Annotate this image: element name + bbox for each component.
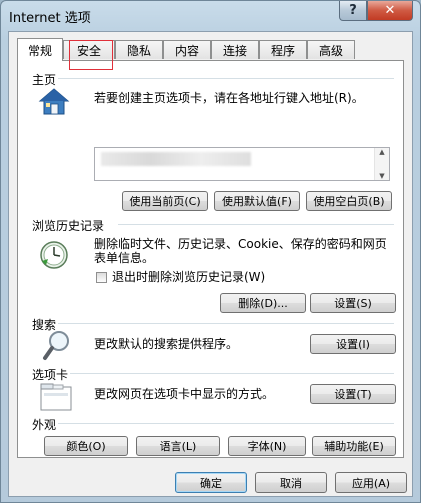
appearance-section-divider — [58, 423, 394, 424]
use-blank-page-button[interactable]: 使用空白页(B) — [306, 191, 392, 211]
tabs-section-title: 选项卡 — [32, 368, 69, 382]
close-button[interactable]: ✕ — [367, 1, 413, 21]
delete-history-button[interactable]: 删除(D)... — [220, 293, 306, 313]
history-settings-button[interactable]: 设置(S) — [310, 293, 396, 313]
home-section-divider — [58, 78, 394, 79]
general-tab-panel: 主页 若要创建主页选项卡，请在各地址行键入地址(R)。 ▲ ▼ 使用当前页(C)… — [17, 60, 404, 458]
tab-connections[interactable]: 连接 — [211, 40, 259, 59]
appearance-section-title: 外观 — [32, 418, 57, 432]
colors-button[interactable]: 颜色(O) — [44, 436, 128, 456]
window-title: Internet 选项 — [9, 11, 91, 26]
use-current-page-button[interactable]: 使用当前页(C) — [122, 191, 208, 211]
home-description: 若要创建主页选项卡，请在各地址行键入地址(R)。 — [94, 91, 364, 105]
use-default-button[interactable]: 使用默认值(F) — [214, 191, 300, 211]
delete-history-on-exit-label[interactable]: 退出时删除浏览历史记录(W) — [112, 270, 265, 284]
tab-security[interactable]: 安全 — [63, 40, 115, 59]
history-section-divider — [118, 224, 394, 225]
scroll-down-arrow-icon[interactable]: ▼ — [379, 172, 384, 180]
search-description: 更改默认的搜索提供程序。 — [94, 337, 239, 351]
history-clock-icon — [40, 241, 68, 269]
help-icon: ? — [349, 3, 357, 18]
home-page-address-blurred — [101, 152, 251, 166]
home-icon — [38, 88, 70, 115]
apply-button[interactable]: 应用(A) — [335, 472, 407, 493]
history-section-title: 浏览历史记录 — [32, 219, 105, 233]
search-settings-button[interactable]: 设置(I) — [310, 334, 396, 354]
tab-privacy[interactable]: 隐私 — [115, 40, 163, 59]
tab-general[interactable]: 常规 — [17, 38, 63, 61]
tabs-section-divider — [70, 373, 394, 374]
tabs-icon — [40, 383, 72, 411]
search-icon — [43, 331, 69, 360]
tabs-settings-button[interactable]: 设置(T) — [310, 384, 396, 404]
fonts-button[interactable]: 字体(N) — [228, 436, 306, 456]
help-button[interactable]: ? — [339, 1, 367, 21]
dialog-client-area: 常规 安全 隐私 内容 连接 程序 高级 主页 若要创建主页选项卡，请在各地址行… — [8, 31, 413, 497]
tab-programs[interactable]: 程序 — [259, 40, 307, 59]
cancel-button[interactable]: 取消 — [255, 472, 327, 493]
internet-options-window: Internet 选项 ? ✕ 常规 安全 隐私 内容 连接 程序 高级 主页 — [0, 0, 421, 503]
tab-content[interactable]: 内容 — [163, 40, 211, 59]
search-section-divider — [58, 323, 394, 324]
languages-button[interactable]: 语言(L) — [136, 436, 220, 456]
home-page-address-box[interactable]: ▲ ▼ — [94, 147, 390, 181]
close-icon: ✕ — [384, 3, 396, 18]
ok-button[interactable]: 确定 — [175, 472, 247, 493]
history-description-line1: 删除临时文件、历史记录、Cookie、保存的密码和网页 — [94, 237, 387, 251]
tabs-description: 更改网页在选项卡中显示的方式。 — [94, 387, 275, 401]
address-box-scrollbar[interactable]: ▲ ▼ — [374, 148, 389, 180]
title-bar[interactable]: Internet 选项 ? ✕ — [1, 1, 420, 31]
accessibility-button[interactable]: 辅助功能(E) — [312, 436, 396, 456]
tab-advanced[interactable]: 高级 — [307, 40, 355, 59]
scroll-up-arrow-icon[interactable]: ▲ — [379, 148, 384, 156]
history-description-line2: 表单信息。 — [94, 251, 155, 265]
delete-history-on-exit-checkbox[interactable] — [96, 272, 107, 283]
